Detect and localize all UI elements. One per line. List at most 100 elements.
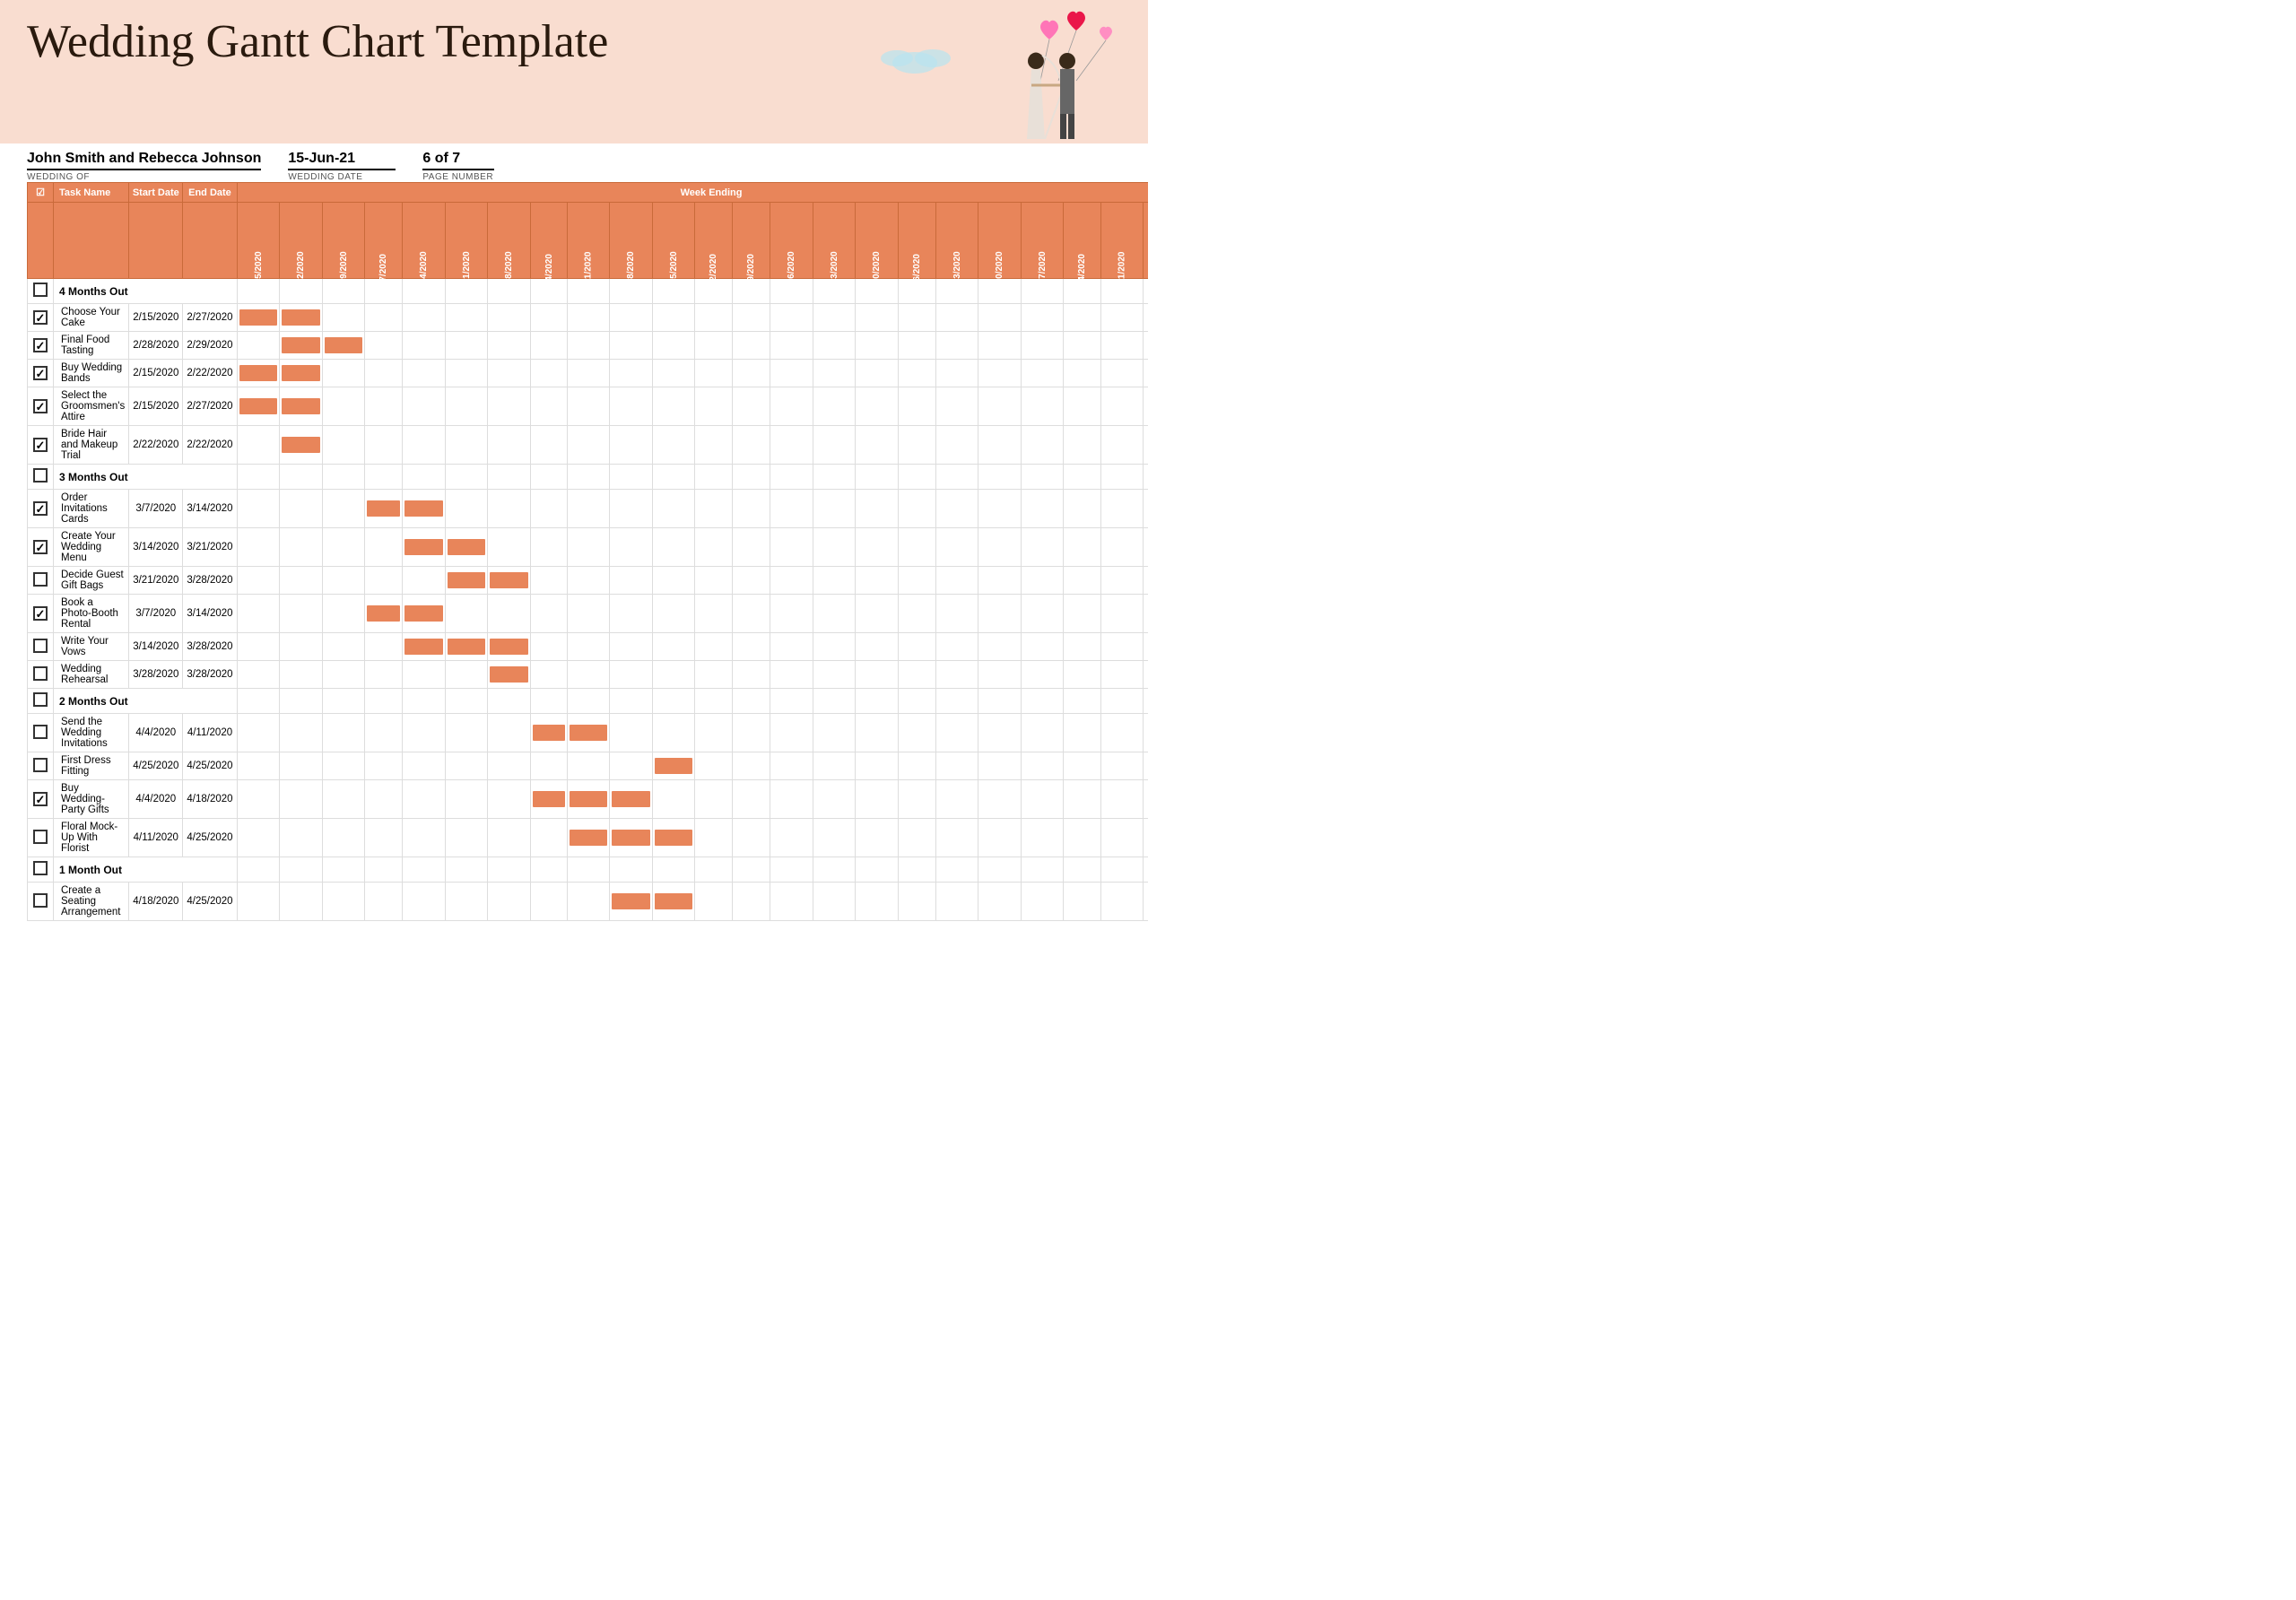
cat-gantt-cell-21 — [1101, 689, 1144, 714]
gantt-cell-9 — [610, 780, 653, 819]
gantt-cell-19 — [1021, 714, 1064, 752]
task-checkbox[interactable] — [28, 819, 54, 857]
end-date-cell: 4/25/2020 — [183, 883, 237, 921]
task-checkbox[interactable] — [28, 528, 54, 567]
task-name-cell: Write Your Vows — [54, 633, 129, 661]
gantt-cell-4 — [403, 714, 446, 752]
task-checkbox[interactable] — [28, 360, 54, 387]
task-checkbox[interactable] — [28, 883, 54, 921]
week-header-0: 2/15/2020 — [237, 203, 280, 279]
gantt-cell-5 — [445, 595, 488, 633]
gantt-cell-14 — [813, 387, 856, 426]
gantt-cell-4 — [403, 490, 446, 528]
gantt-cell-13 — [770, 387, 813, 426]
cat-gantt-cell-17 — [935, 689, 978, 714]
gantt-cell-13 — [770, 752, 813, 780]
gantt-cell-20 — [1064, 332, 1101, 360]
gantt-cell-16 — [898, 567, 935, 595]
task-checkbox[interactable] — [28, 567, 54, 595]
gantt-cell-2 — [322, 780, 365, 819]
cat-gantt-cell-22 — [1144, 279, 1148, 304]
gantt-cell-8 — [568, 332, 610, 360]
gantt-cell-3 — [365, 752, 403, 780]
task-checkbox[interactable] — [28, 595, 54, 633]
cat-gantt-cell-16 — [898, 689, 935, 714]
gantt-cell-13 — [770, 819, 813, 857]
gantt-cell-10 — [652, 332, 695, 360]
gantt-cell-14 — [813, 633, 856, 661]
category-checkbox[interactable] — [28, 689, 54, 714]
table-row: Send the Wedding Invitations4/4/20204/11… — [28, 714, 1149, 752]
gantt-cell-3 — [365, 360, 403, 387]
week-header-13: 5/16/2020 — [770, 203, 813, 279]
gantt-cell-14 — [813, 360, 856, 387]
gantt-cell-11 — [695, 528, 733, 567]
gantt-cell-7 — [530, 360, 568, 387]
wedding-date-label: WEDDING DATE — [288, 172, 396, 182]
gantt-cell-6 — [488, 661, 531, 689]
end-date-cell: 3/28/2020 — [183, 661, 237, 689]
week-header-18: 6/20/2020 — [978, 203, 1022, 279]
gantt-cell-5 — [445, 426, 488, 465]
category-checkbox[interactable] — [28, 279, 54, 304]
task-checkbox[interactable] — [28, 661, 54, 689]
gantt-cell-8 — [568, 528, 610, 567]
page-number: 6 of 7 — [422, 151, 494, 170]
end-date-cell: 2/22/2020 — [183, 360, 237, 387]
task-checkbox[interactable] — [28, 304, 54, 332]
gantt-cell-12 — [733, 490, 770, 528]
gantt-cell-4 — [403, 304, 446, 332]
task-checkbox[interactable] — [28, 490, 54, 528]
gantt-cell-3 — [365, 426, 403, 465]
couple-name: John Smith and Rebecca Johnson — [27, 151, 261, 170]
cat-gantt-cell-10 — [652, 689, 695, 714]
cat-gantt-cell-0 — [237, 857, 280, 883]
gantt-cell-11 — [695, 304, 733, 332]
gantt-cell-0 — [237, 490, 280, 528]
gantt-cell-21 — [1101, 528, 1144, 567]
cat-gantt-cell-7 — [530, 465, 568, 490]
week-end-spacer — [183, 203, 237, 279]
gantt-cell-15 — [856, 332, 899, 360]
end-date-cell: 4/25/2020 — [183, 819, 237, 857]
gantt-cell-19 — [1021, 752, 1064, 780]
gantt-cell-0 — [237, 304, 280, 332]
task-checkbox[interactable] — [28, 633, 54, 661]
end-date-cell: 3/14/2020 — [183, 595, 237, 633]
task-checkbox[interactable] — [28, 780, 54, 819]
end-date-cell: 3/28/2020 — [183, 567, 237, 595]
week-header-20: 7/4/2020 — [1064, 203, 1101, 279]
gantt-cell-13 — [770, 883, 813, 921]
gantt-cell-1 — [280, 595, 323, 633]
category-checkbox[interactable] — [28, 857, 54, 883]
gantt-cell-9 — [610, 387, 653, 426]
gantt-cell-12 — [733, 661, 770, 689]
gantt-cell-7 — [530, 426, 568, 465]
task-checkbox[interactable] — [28, 387, 54, 426]
cat-gantt-cell-7 — [530, 689, 568, 714]
gantt-cell-22 — [1144, 883, 1148, 921]
cat-gantt-cell-10 — [652, 465, 695, 490]
category-checkbox[interactable] — [28, 465, 54, 490]
gantt-cell-21 — [1101, 714, 1144, 752]
gantt-cell-16 — [898, 883, 935, 921]
gantt-cell-5 — [445, 752, 488, 780]
end-date-cell: 3/14/2020 — [183, 490, 237, 528]
gantt-cell-7 — [530, 661, 568, 689]
gantt-cell-0 — [237, 752, 280, 780]
gantt-cell-16 — [898, 528, 935, 567]
task-checkbox[interactable] — [28, 332, 54, 360]
gantt-cell-20 — [1064, 883, 1101, 921]
start-date-cell: 3/14/2020 — [129, 633, 183, 661]
gantt-cell-22 — [1144, 387, 1148, 426]
start-date-cell: 4/4/2020 — [129, 780, 183, 819]
gantt-cell-11 — [695, 883, 733, 921]
task-checkbox[interactable] — [28, 426, 54, 465]
task-checkbox[interactable] — [28, 752, 54, 780]
gantt-cell-19 — [1021, 819, 1064, 857]
task-checkbox[interactable] — [28, 714, 54, 752]
start-date-cell: 2/22/2020 — [129, 426, 183, 465]
cat-gantt-cell-19 — [1021, 857, 1064, 883]
gantt-cell-8 — [568, 780, 610, 819]
gantt-cell-3 — [365, 595, 403, 633]
